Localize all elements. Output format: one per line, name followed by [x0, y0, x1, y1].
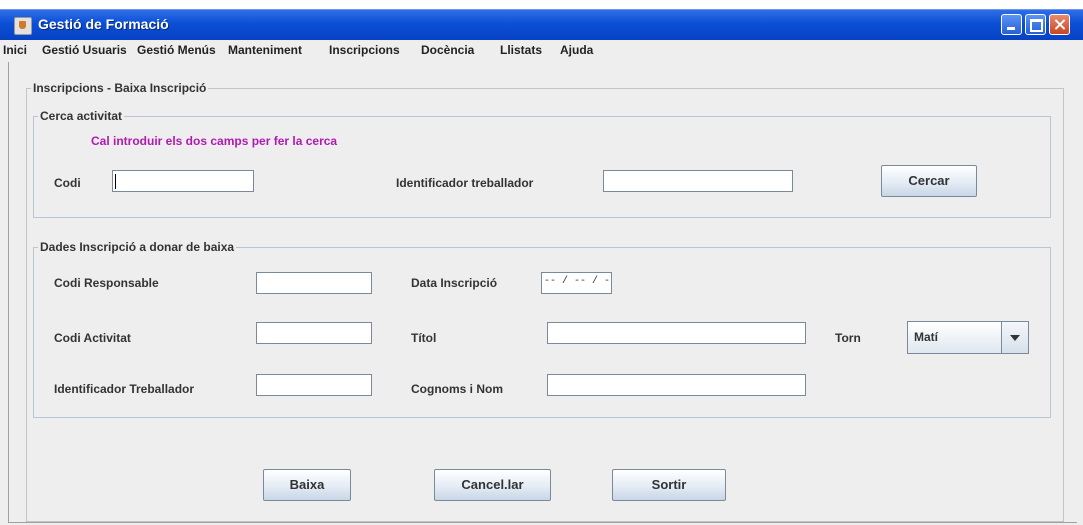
torn-selected-value: Matí [914, 330, 938, 344]
torn-select[interactable]: Matí [907, 321, 1029, 354]
window-body: Inici Gestió Usuaris Gestió Menús Manten… [0, 40, 1083, 525]
identificador-treballador-input[interactable] [603, 170, 793, 192]
menu-ajuda[interactable]: Ajuda [560, 43, 593, 57]
codi-responsable-label: Codi Responsable [54, 276, 159, 290]
codi-activitat-input[interactable] [256, 322, 372, 344]
menu-bar: Inici Gestió Usuaris Gestió Menús Manten… [0, 40, 1083, 60]
codi-label: Codi [54, 176, 81, 190]
titol-input[interactable] [547, 322, 806, 344]
chevron-down-icon[interactable] [1001, 322, 1028, 353]
menu-manteniment[interactable]: Manteniment [228, 43, 302, 57]
cercar-button[interactable]: Cercar [881, 165, 977, 197]
identificador-treballador-label: Identificador treballador [396, 176, 534, 190]
cerca-activitat-title: Cerca activitat [40, 109, 123, 123]
menu-gestio-menus[interactable]: Gestió Menús [137, 43, 216, 57]
java-app-icon[interactable] [14, 17, 32, 35]
identificador-treballador-detail-input[interactable] [256, 374, 372, 396]
codi-responsable-input[interactable] [256, 272, 372, 294]
cognoms-nom-label: Cognoms i Nom [411, 382, 503, 396]
minimize-button[interactable] [1001, 14, 1022, 35]
menu-llistats[interactable]: Llistats [500, 43, 542, 57]
cognoms-nom-input[interactable] [547, 374, 806, 396]
text-caret [115, 174, 116, 189]
titol-label: Títol [411, 331, 437, 345]
baixa-button[interactable]: Baixa [263, 469, 351, 501]
torn-label: Torn [835, 331, 861, 345]
panel-title: Inscripcions - Baixa Inscripció [33, 81, 207, 95]
menu-inscripcions[interactable]: Inscripcions [329, 43, 400, 57]
maximize-button[interactable] [1025, 14, 1046, 35]
sortir-button[interactable]: Sortir [612, 469, 726, 501]
menu-gestio-usuaris[interactable]: Gestió Usuaris [42, 43, 127, 57]
window-titlebar[interactable]: Gestió de Formació [0, 9, 1083, 40]
close-window-button[interactable] [1049, 14, 1070, 35]
identificador-treballador-detail-label: Identificador Treballador [54, 382, 195, 396]
codi-activitat-label: Codi Activitat [54, 331, 131, 345]
search-hint: Cal introduir els dos camps per fer la c… [91, 134, 338, 148]
cancel-button[interactable]: Cancel.lar [434, 469, 551, 501]
cerca-activitat-group: Cerca activitat [33, 109, 1051, 218]
menu-docencia[interactable]: Docència [421, 43, 474, 57]
dades-inscripcio-title: Dades Inscripció a donar de baixa [40, 240, 235, 254]
menu-inici[interactable]: Inici [3, 43, 27, 57]
data-inscripcio-field[interactable]: -- / -- / ---- [541, 272, 612, 294]
codi-input[interactable] [112, 170, 254, 192]
window-title: Gestió de Formació [38, 16, 169, 32]
data-inscripcio-label: Data Inscripció [411, 276, 498, 290]
